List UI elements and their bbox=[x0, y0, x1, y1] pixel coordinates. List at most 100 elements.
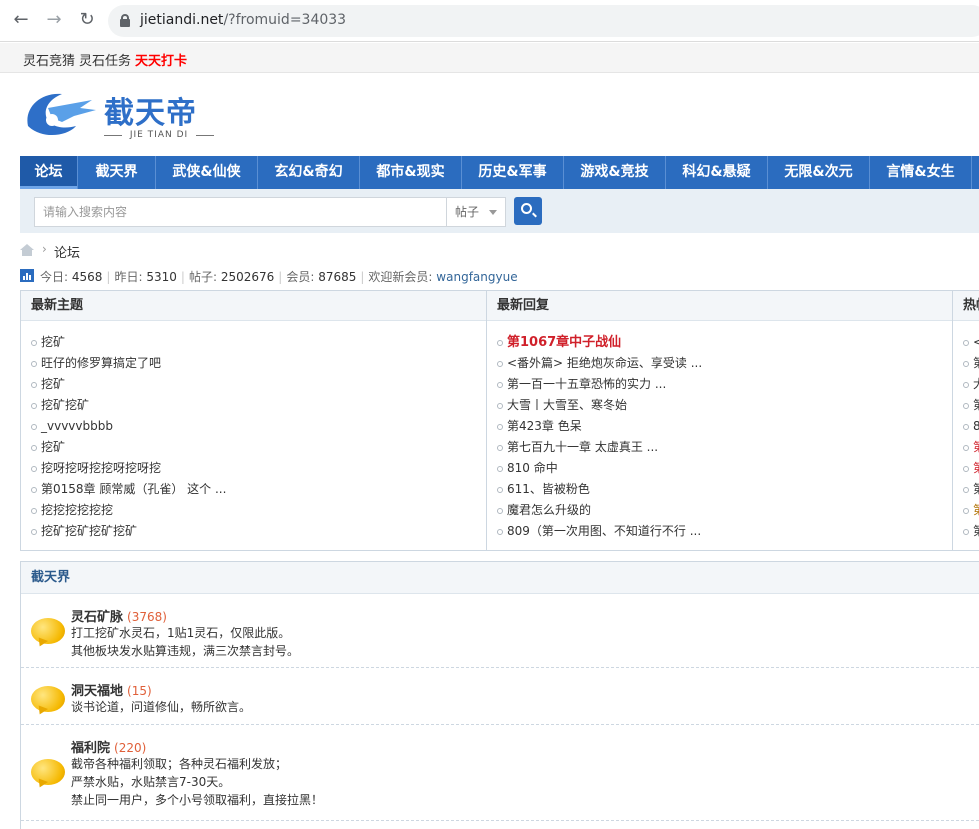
forum-section: 截天界 灵石矿脉 (3768) 打工挖矿水灵石，1贴1灵石，仅限此版。 其他板块发… bbox=[20, 561, 979, 829]
list-item[interactable]: 第 bbox=[963, 458, 979, 479]
browser-toolbar: ← → ↻ jietiandi.net/?fromuid=34033 bbox=[0, 0, 979, 42]
address-bar[interactable]: jietiandi.net/?fromuid=34033 bbox=[108, 5, 979, 37]
toplink-lingshi-guess[interactable]: 灵石竞猜 bbox=[23, 50, 75, 69]
board-count: (220) bbox=[114, 741, 147, 755]
forward-arrow-icon[interactable]: → bbox=[43, 9, 65, 31]
list-item[interactable]: 挖矿 bbox=[31, 332, 226, 353]
new-topics-list: 挖矿 旺仔的修罗算搞定了吧 挖矿 挖矿挖矿 _vvvvvbbbb 挖矿 挖呀挖呀… bbox=[31, 332, 226, 542]
new-member-link[interactable]: wangfangyue bbox=[436, 270, 517, 284]
logo-english-text: JIE TIAN DI bbox=[104, 130, 214, 140]
nav-tab-youxi[interactable]: 游戏&竞技 bbox=[564, 156, 666, 189]
stats-today-label: 今日: bbox=[40, 270, 69, 284]
top-links-bar: 灵石竞猜 灵石任务 天天打卡 bbox=[0, 43, 979, 73]
search-button[interactable] bbox=[514, 197, 542, 225]
logo-chinese-text: 截天帝 bbox=[104, 96, 197, 131]
url-text: jietiandi.net/?fromuid=34033 bbox=[140, 12, 347, 28]
nav-tab-kehuan[interactable]: 科幻&悬疑 bbox=[666, 156, 768, 189]
board-name[interactable]: 福利院 bbox=[71, 741, 110, 756]
latest-panel: 最新主题 挖矿 旺仔的修罗算搞定了吧 挖矿 挖矿挖矿 _vvvvvbbbb 挖矿… bbox=[20, 290, 979, 551]
new-topics-column: 最新主题 挖矿 旺仔的修罗算搞定了吧 挖矿 挖矿挖矿 _vvvvvbbbb 挖矿… bbox=[21, 291, 487, 550]
list-item[interactable]: 第 bbox=[963, 500, 979, 521]
list-item[interactable]: 第423章 色呆 bbox=[497, 416, 702, 437]
toplink-lingshi-task[interactable]: 灵石任务 bbox=[79, 50, 131, 69]
list-item[interactable]: < bbox=[963, 332, 979, 353]
list-item[interactable]: 第一百一十五章恐怖的实力 ... bbox=[497, 374, 702, 395]
home-icon[interactable] bbox=[20, 244, 34, 256]
list-item[interactable]: 810 命中 bbox=[497, 458, 702, 479]
list-item[interactable]: <番外篇> 拒绝炮灰命运、享受读 ... bbox=[497, 353, 702, 374]
back-arrow-icon[interactable]: ← bbox=[10, 9, 32, 31]
list-item[interactable]: 第七百九十一章 太虚真王 ... bbox=[497, 437, 702, 458]
reload-icon[interactable]: ↻ bbox=[76, 9, 98, 31]
list-item[interactable]: 挖呀挖呀挖挖呀挖呀挖 bbox=[31, 458, 226, 479]
list-item[interactable]: 第 bbox=[963, 479, 979, 500]
bar-chart-icon bbox=[20, 269, 34, 282]
section-heading[interactable]: 截天界 bbox=[21, 562, 979, 594]
list-item[interactable]: 809（第一次用图、不知道行不行 ... bbox=[497, 521, 702, 542]
nav-tab-wuxian[interactable]: 无限&次元 bbox=[768, 156, 870, 189]
stats-welcome-label: 欢迎新会员: bbox=[368, 270, 433, 284]
stats-posts-value: 2502676 bbox=[220, 270, 275, 284]
list-item[interactable]: 大 bbox=[963, 374, 979, 395]
nav-tab-wuxia[interactable]: 武侠&仙侠 bbox=[156, 156, 258, 189]
stats-yesterday-label: 昨日: bbox=[114, 270, 143, 284]
nav-tab-dushi[interactable]: 都市&现实 bbox=[360, 156, 462, 189]
search-bar: 请输入搜索内容 帖子 bbox=[20, 189, 979, 233]
toplink-daily-checkin[interactable]: 天天打卡 bbox=[135, 50, 187, 69]
nav-tab-lishi[interactable]: 历史&军事 bbox=[462, 156, 564, 189]
search-input[interactable]: 请输入搜索内容 bbox=[34, 197, 446, 227]
list-item[interactable]: 大雪丨大雪至、寒冬始 bbox=[497, 395, 702, 416]
logo-emblem-icon bbox=[27, 93, 96, 136]
board-desc-line: 严禁水贴，水贴禁言7-30天。 bbox=[71, 775, 231, 789]
board-description: 打工挖矿水灵石，1贴1灵石，仅限此版。 其他板块发水贴算违规，满三次禁言封号。 bbox=[71, 624, 299, 660]
list-item[interactable]: 8 bbox=[963, 416, 979, 437]
search-type-label: 帖子 bbox=[455, 205, 480, 219]
list-item[interactable]: 第 bbox=[963, 437, 979, 458]
new-topics-heading: 最新主题 bbox=[21, 291, 486, 321]
stats-today-value: 4568 bbox=[71, 270, 103, 284]
list-item[interactable]: 挖矿挖矿 bbox=[31, 395, 226, 416]
breadcrumb-current[interactable]: 论坛 bbox=[54, 242, 80, 261]
search-icon bbox=[521, 203, 532, 214]
nav-tab-xuanhuan[interactable]: 玄幻&奇幻 bbox=[258, 156, 360, 189]
board-desc-line: 打工挖矿水灵石，1贴1灵石，仅限此版。 bbox=[71, 626, 291, 640]
list-item[interactable]: 挖挖挖挖挖挖 bbox=[31, 500, 226, 521]
list-item[interactable]: 魔君怎么升级的 bbox=[497, 500, 702, 521]
lock-icon bbox=[120, 14, 130, 27]
board-name[interactable]: 灵石矿脉 bbox=[71, 610, 123, 625]
list-item[interactable]: 挖矿 bbox=[31, 374, 226, 395]
list-item[interactable]: 第 bbox=[963, 521, 979, 542]
board-desc-line: 其他板块发水贴算违规，满三次禁言封号。 bbox=[71, 644, 300, 658]
new-replies-heading: 最新回复 bbox=[487, 291, 952, 321]
nav-tab-jietianjie[interactable]: 截天界 bbox=[78, 156, 156, 189]
hot-posts-column: 热帖 < 第 大 第 8 第 第 第 第 第 bbox=[953, 291, 979, 550]
hot-posts-heading: 热帖 bbox=[953, 291, 979, 321]
search-type-select[interactable]: 帖子 bbox=[446, 197, 506, 227]
list-item[interactable]: 第 bbox=[963, 395, 979, 416]
board-count: (3768) bbox=[127, 610, 167, 624]
board-count: (15) bbox=[127, 684, 152, 698]
speech-bubble-icon bbox=[31, 686, 65, 714]
nav-tab-yanqing[interactable]: 言情&女生 bbox=[870, 156, 972, 189]
site-logo[interactable]: 截天帝 JIE TIAN DI bbox=[22, 84, 222, 144]
board-row: 洞天福地 (15) 谈书论道，问道修仙，畅所欲言。 bbox=[21, 668, 979, 725]
stats-members-value: 87685 bbox=[318, 270, 357, 284]
new-replies-list: 第1067章中子战仙 <番外篇> 拒绝炮灰命运、享受读 ... 第一百一十五章恐… bbox=[497, 332, 702, 542]
list-item[interactable]: 旺仔的修罗算搞定了吧 bbox=[31, 353, 226, 374]
list-item[interactable]: _vvvvvbbbb bbox=[31, 416, 226, 437]
board-row: 灵石矿脉 (3768) 打工挖矿水灵石，1贴1灵石，仅限此版。 其他板块发水贴算违… bbox=[21, 594, 979, 668]
list-item[interactable]: 挖矿挖矿挖矿挖矿 bbox=[31, 521, 226, 542]
board-description: 谈书论道，问道修仙，畅所欲言。 bbox=[71, 698, 251, 716]
board-desc-line: 禁止同一用户，多个小号领取福利，直接拉黑！ bbox=[71, 793, 324, 807]
list-item[interactable]: 611、皆被粉色 bbox=[497, 479, 702, 500]
nav-tab-forum[interactable]: 论坛 bbox=[20, 156, 78, 189]
speech-bubble-icon bbox=[31, 759, 65, 787]
board-description: 截帝各种福利领取；各种灵石福利发放； 严禁水贴，水贴禁言7-30天。 禁止同一用… bbox=[71, 755, 323, 809]
speech-bubble-icon bbox=[31, 618, 65, 646]
list-item[interactable]: 第 bbox=[963, 353, 979, 374]
list-item[interactable]: 第0158章 顾常威（孔雀） 这个 ... bbox=[31, 479, 226, 500]
list-item[interactable]: 挖矿 bbox=[31, 437, 226, 458]
board-desc-line: 谈书论道，问道修仙，畅所欲言。 bbox=[71, 700, 252, 714]
list-item[interactable]: 第1067章中子战仙 bbox=[497, 332, 702, 353]
board-name[interactable]: 洞天福地 bbox=[71, 684, 123, 699]
